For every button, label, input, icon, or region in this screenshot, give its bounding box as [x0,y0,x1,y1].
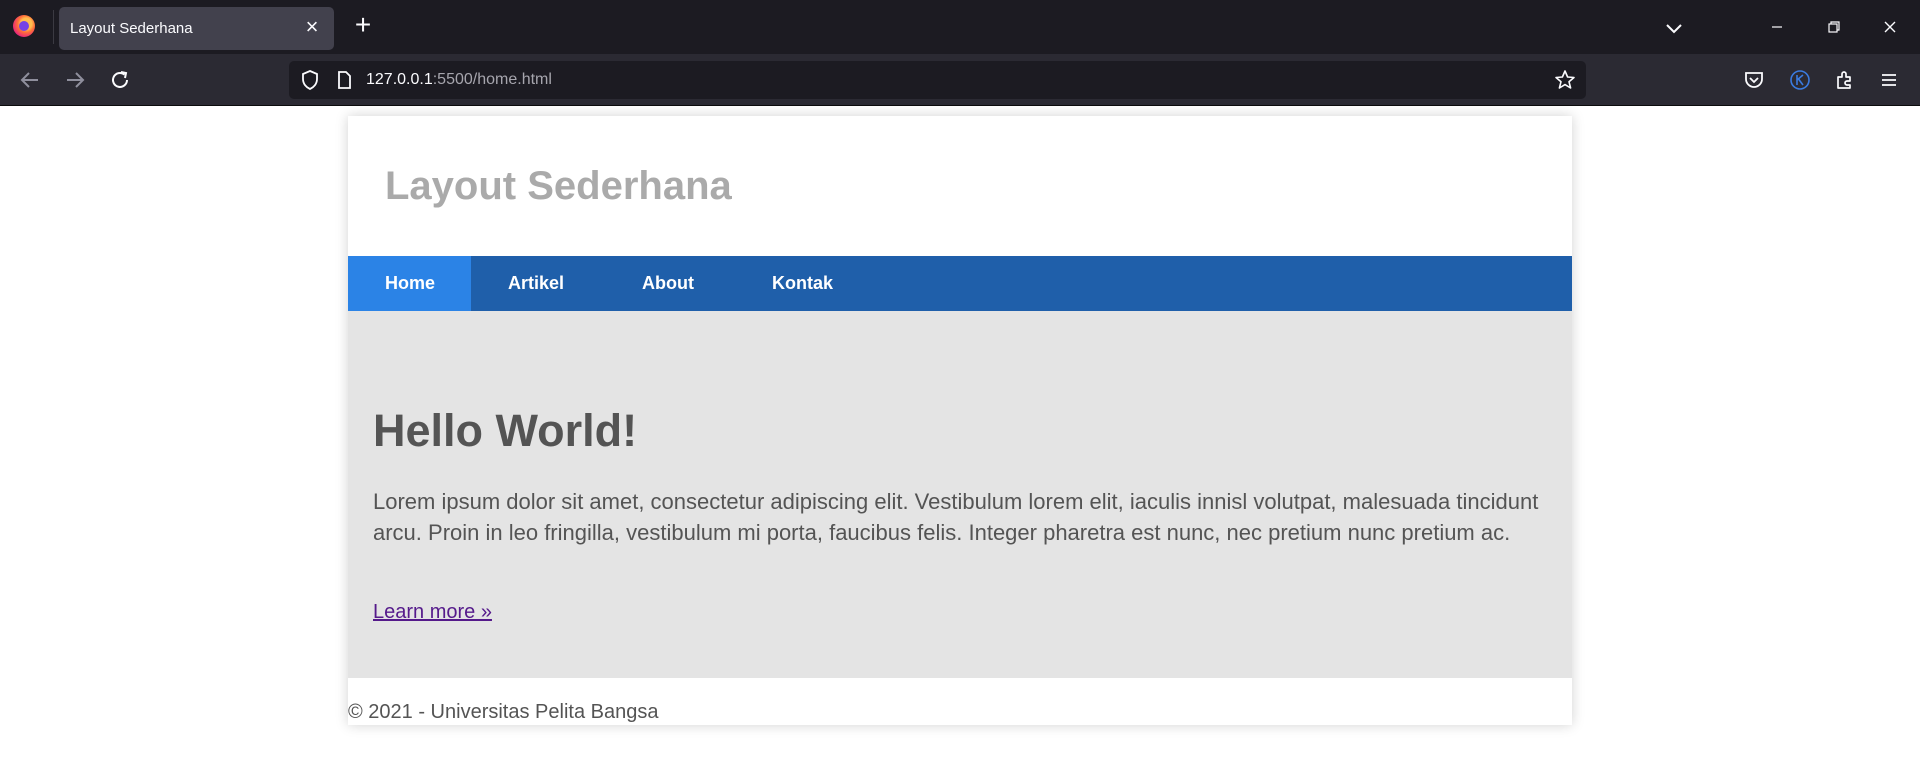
url-path: :5500/home.html [432,71,552,88]
page-info-icon[interactable] [333,69,355,91]
tab-title: Layout Sederhana [70,20,193,37]
extensions-icon[interactable] [1831,66,1859,94]
firefox-logo-icon [13,15,35,37]
close-tab-icon[interactable]: × [300,16,324,40]
restore-icon[interactable] [1821,14,1847,40]
menu-item-about[interactable]: About [605,256,731,311]
browser-nav-bar: 127.0.0.1:5500/home.html [0,54,1920,106]
hero-title: Hello World! [373,405,638,456]
url-host: 127.0.0.1 [366,71,433,88]
menu-item-kontak[interactable]: Kontak [735,256,870,311]
reload-icon[interactable] [106,66,134,94]
page-viewport: Layout Sederhana Home Artikel About Kont… [0,107,1920,780]
pocket-icon[interactable] [1740,66,1768,94]
url-bar[interactable]: 127.0.0.1:5500/home.html [289,61,1586,99]
site-footer: © 2021 - Universitas Pelita Bangsa [348,701,659,723]
close-window-icon[interactable] [1877,14,1903,40]
bookmark-star-icon[interactable] [1553,68,1577,92]
site-title: Layout Sederhana [385,164,732,208]
menu-item-artikel[interactable]: Artikel [471,256,601,311]
account-icon[interactable] [1786,66,1814,94]
site-header: Layout Sederhana [348,116,1572,256]
browser-tab-active[interactable]: Layout Sederhana × [59,7,334,50]
new-tab-icon[interactable]: + [348,11,378,41]
page-container: Layout Sederhana Home Artikel About Kont… [348,116,1572,725]
back-arrow-icon[interactable] [16,66,44,94]
hero-text: Lorem ipsum dolor sit amet, consectetur … [373,489,1539,545]
learn-more-link[interactable]: Learn more » [373,601,492,624]
main-menu: Home Artikel About Kontak [348,256,1572,311]
list-all-tabs-icon[interactable] [1660,14,1688,42]
forward-arrow-icon[interactable] [61,66,89,94]
hero-section: Hello World! Lorem ipsum dolor sit amet,… [348,311,1572,678]
url-text[interactable]: 127.0.0.1:5500/home.html [366,71,552,89]
minimize-icon[interactable] [1764,14,1790,40]
hamburger-menu-icon[interactable] [1875,66,1903,94]
tracking-shield-icon[interactable] [298,68,322,92]
menu-item-home[interactable]: Home [348,256,471,311]
browser-tab-bar: Layout Sederhana × + [0,0,1920,54]
tab-separator [53,10,54,44]
